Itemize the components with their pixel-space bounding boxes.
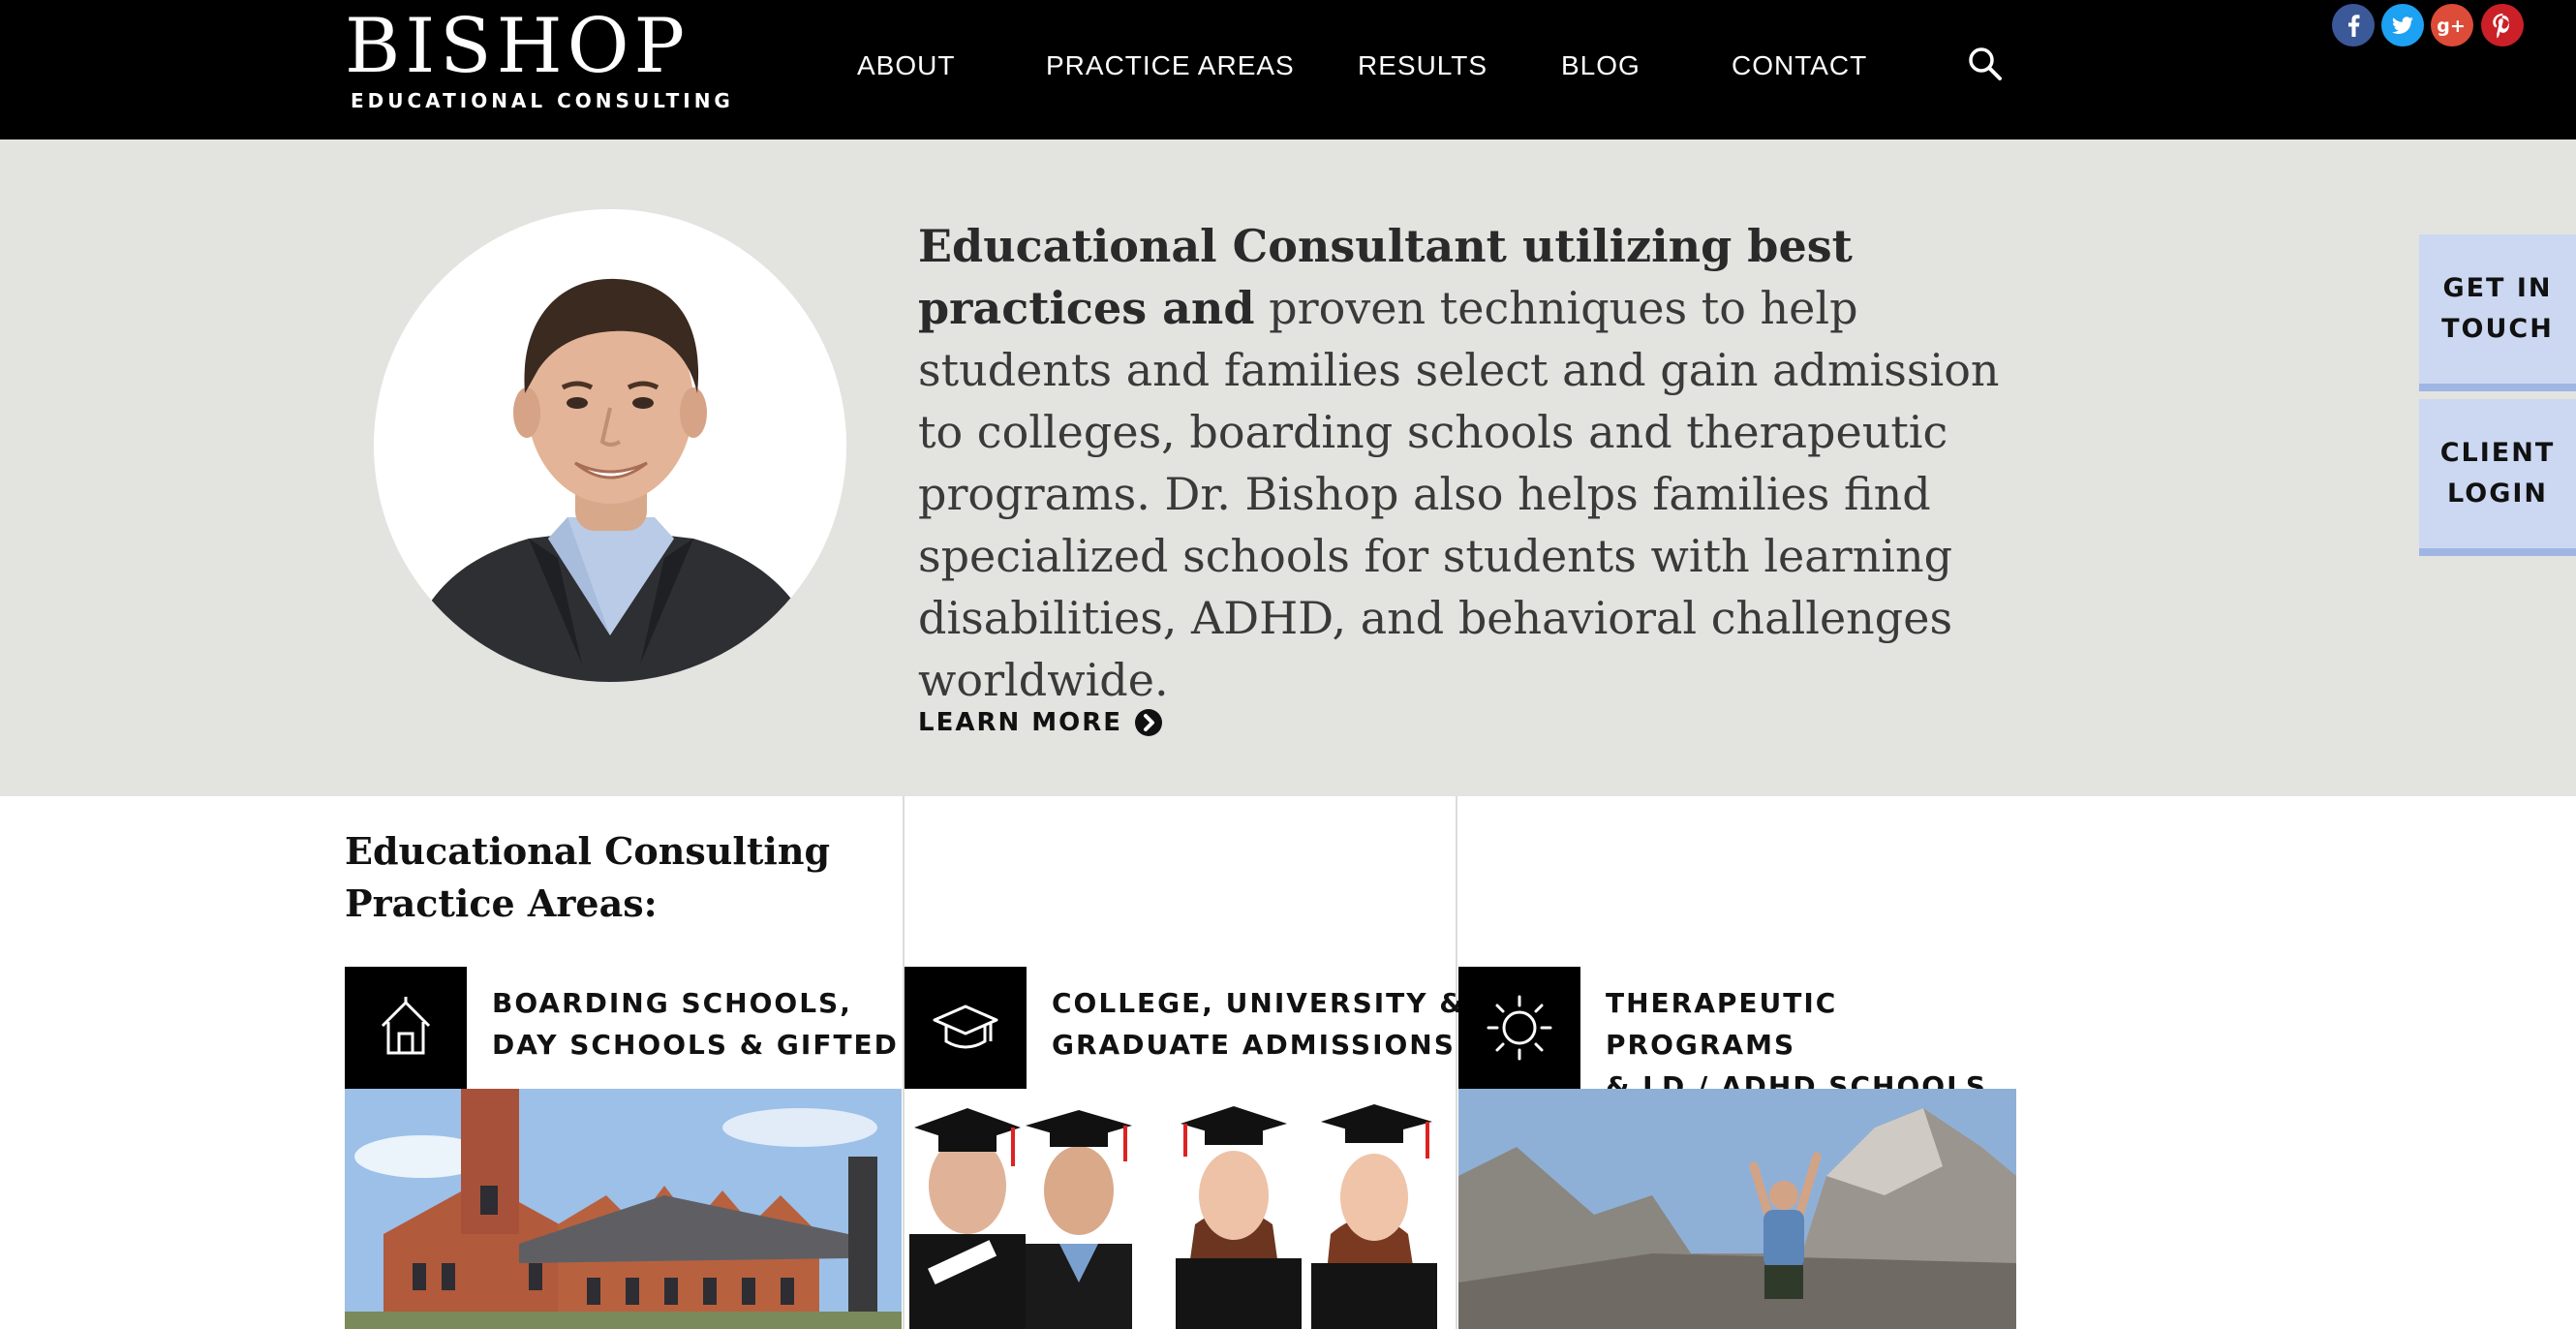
nav-about[interactable]: ABOUT [857, 46, 955, 85]
arrow-circle-right-icon [1135, 709, 1163, 736]
card-boarding-schools-title[interactable]: BOARDING SCHOOLS, DAY SCHOOLS & GIFTED [492, 982, 918, 1066]
google-plus-icon[interactable]: g+ [2431, 4, 2473, 46]
house-icon[interactable] [345, 967, 467, 1089]
bishop-logo[interactable]: BISHOP EDUCATIONAL CONSULTING [345, 3, 730, 120]
card-title-line: COLLEGE, UNIVERSITY & [1052, 987, 1465, 1019]
nav-contact[interactable]: CONTACT [1732, 46, 1867, 85]
get-in-touch-label: GET IN TOUCH [2441, 273, 2554, 344]
twitter-icon[interactable] [2381, 4, 2424, 46]
nav-results[interactable]: RESULTS [1358, 46, 1487, 85]
graduates-photo[interactable] [905, 1089, 1456, 1329]
boarding-school-photo[interactable] [345, 1089, 902, 1329]
hero-lead-text: proven techniques to help students and f… [918, 282, 2000, 706]
learn-more-link[interactable]: LEARN MORE [918, 703, 1163, 742]
card-title-line: DAY SCHOOLS & GIFTED [492, 1029, 899, 1061]
client-login-label: CLIENT LOGIN [2439, 438, 2556, 509]
logo-tagline: EDUCATIONAL CONSULTING [351, 89, 734, 112]
card-title-line: THERAPEUTIC PROGRAMS [1606, 987, 1838, 1061]
graduation-cap-icon[interactable] [905, 967, 1027, 1089]
practice-areas-heading: Educational Consulting Practice Areas: [345, 829, 831, 925]
top-navigation-bar: BISHOP EDUCATIONAL CONSULTING ABOUT PRAC… [0, 0, 2576, 139]
pinterest-icon[interactable] [2481, 4, 2524, 46]
facebook-icon[interactable] [2332, 4, 2375, 46]
get-in-touch-tab[interactable]: GET IN TOUCH [2419, 234, 2576, 391]
card-title-line: BOARDING SCHOOLS, [492, 987, 852, 1019]
logo-wordmark: BISHOP [345, 3, 690, 90]
client-login-tab[interactable]: CLIENT LOGIN [2419, 399, 2576, 556]
card-title-line: GRADUATE ADMISSIONS [1052, 1029, 1456, 1061]
nav-practice-areas[interactable]: PRACTICE AREAS [1046, 46, 1295, 85]
nav-blog[interactable]: BLOG [1561, 46, 1641, 85]
search-icon[interactable] [1966, 45, 2005, 83]
svg-text:g+: g+ [2437, 15, 2466, 37]
sun-icon[interactable] [1458, 967, 1580, 1089]
hero-description: Educational Consultant utilizing best pr… [918, 215, 2032, 711]
card-college-admissions-title[interactable]: COLLEGE, UNIVERSITY & GRADUATE ADMISSION… [1052, 982, 1478, 1066]
consultant-portrait [374, 209, 846, 682]
hiker-mountain-photo[interactable] [1458, 1089, 2016, 1329]
learn-more-label: LEARN MORE [918, 708, 1123, 737]
